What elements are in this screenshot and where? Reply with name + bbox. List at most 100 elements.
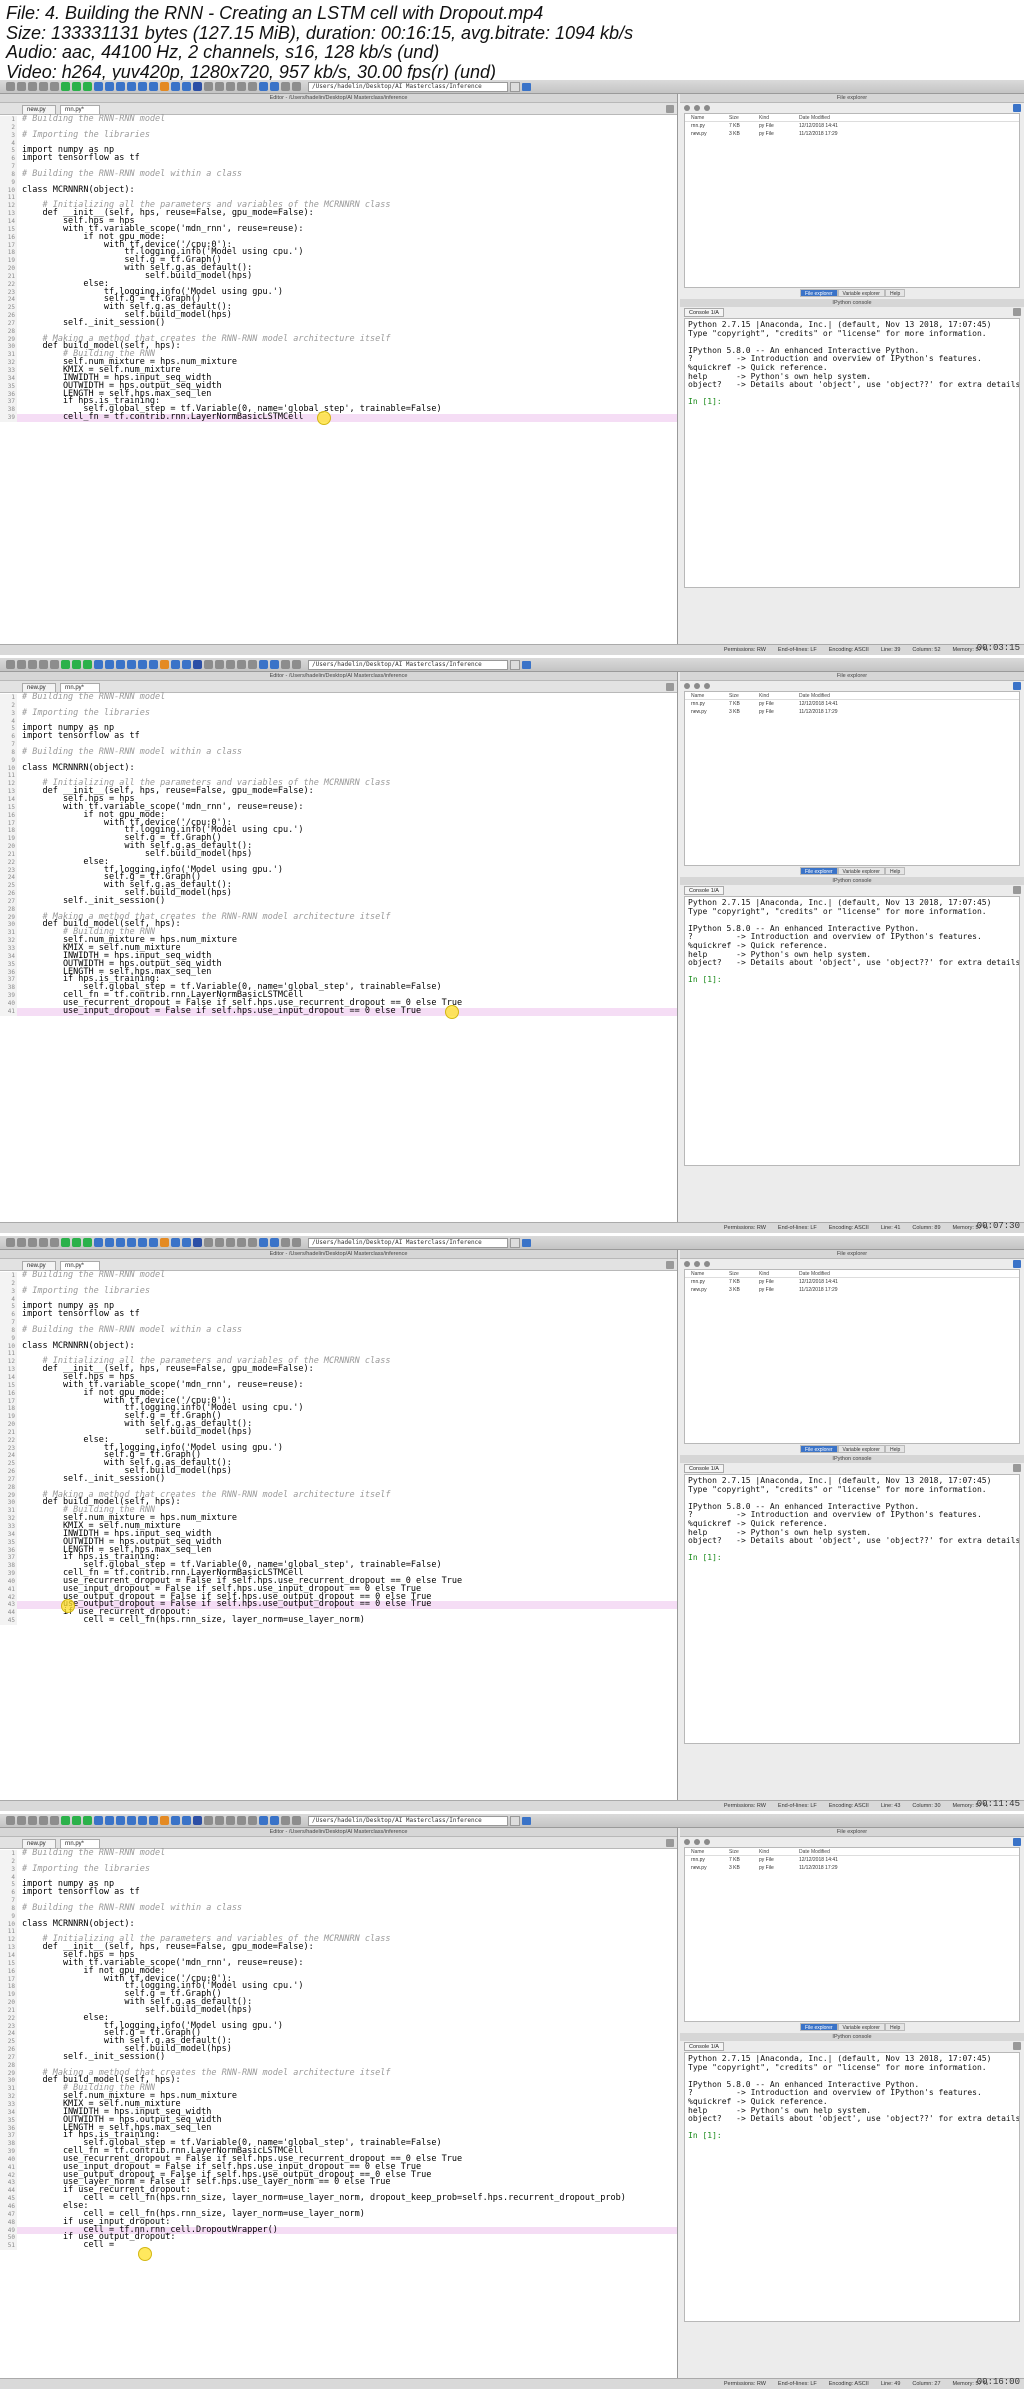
file-row[interactable]: new.py 3 KB py File 11/12/2018 17:29 <box>685 1286 1019 1294</box>
toolbar-button-icon[interactable] <box>83 1816 92 1825</box>
column-header[interactable]: Kind <box>759 692 799 699</box>
pane-tab[interactable]: File explorer <box>800 2023 838 2031</box>
toolbar-button-icon[interactable] <box>28 1816 37 1825</box>
code-editor[interactable]: 1 # Building the RNN-RNN model 2 3 # Importi… <box>0 1849 677 2370</box>
toolbar-button-icon[interactable] <box>50 1816 59 1825</box>
toolbar-button-icon[interactable] <box>83 660 92 669</box>
toolbar-button-icon[interactable] <box>138 660 147 669</box>
toolbar-button-icon[interactable] <box>248 82 257 91</box>
tab-rnn-py[interactable]: rnn.py* <box>60 683 100 692</box>
pane-options-icon[interactable] <box>1013 1260 1021 1268</box>
browse-folder-icon[interactable] <box>522 1239 531 1247</box>
code-editor[interactable]: 1 # Building the RNN-RNN model 2 3 # Importi… <box>0 1271 677 1792</box>
toolbar-button-icon[interactable] <box>116 82 125 91</box>
toolbar-button-icon[interactable] <box>94 1816 103 1825</box>
toolbar-button-icon[interactable] <box>281 1816 290 1825</box>
toolbar-button-icon[interactable] <box>160 660 169 669</box>
toolbar-button-icon[interactable] <box>61 1238 70 1247</box>
nav-arrow-icon[interactable] <box>684 105 690 111</box>
toolbar-button-icon[interactable] <box>61 82 70 91</box>
toolbar-button-icon[interactable] <box>193 82 202 91</box>
toolbar-button-icon[interactable] <box>182 1238 191 1247</box>
browse-folder-icon[interactable] <box>522 83 531 91</box>
pane-options-icon[interactable] <box>1013 104 1021 112</box>
toolbar-button-icon[interactable] <box>28 660 37 669</box>
toolbar-button-icon[interactable] <box>215 660 224 669</box>
directory-dropdown-button[interactable] <box>510 1816 520 1826</box>
tab-new-py[interactable]: new.py <box>22 105 56 114</box>
toolbar-button-icon[interactable] <box>281 82 290 91</box>
toolbar-button-icon[interactable] <box>138 1238 147 1247</box>
toolbar-button-icon[interactable] <box>193 1816 202 1825</box>
toolbar-button-icon[interactable] <box>6 82 15 91</box>
toolbar-button-icon[interactable] <box>6 1238 15 1247</box>
toolbar-button-icon[interactable] <box>171 82 180 91</box>
tab-rnn-py[interactable]: rnn.py* <box>60 1839 100 1848</box>
toolbar-button-icon[interactable] <box>149 1238 158 1247</box>
console-options-icon[interactable] <box>1013 2042 1021 2050</box>
pane-tab[interactable]: File explorer <box>800 867 838 875</box>
pane-tab[interactable]: Help <box>884 867 906 875</box>
nav-arrow-icon[interactable] <box>694 105 700 111</box>
nav-arrow-icon[interactable] <box>694 683 700 689</box>
toolbar-button-icon[interactable] <box>281 660 290 669</box>
console-tab[interactable]: Console 1/A <box>684 2042 724 2051</box>
toolbar-button-icon[interactable] <box>171 1816 180 1825</box>
file-row[interactable]: rnn.py 7 KB py File 12/12/2018 14:41 <box>685 122 1019 130</box>
toolbar-button-icon[interactable] <box>61 1816 70 1825</box>
directory-dropdown-button[interactable] <box>510 1238 520 1248</box>
pane-tab[interactable]: Help <box>884 1445 906 1453</box>
nav-arrow-icon[interactable] <box>704 1839 710 1845</box>
toolbar-button-icon[interactable] <box>259 660 268 669</box>
toolbar-button-icon[interactable] <box>237 1816 246 1825</box>
nav-arrow-icon[interactable] <box>694 1261 700 1267</box>
directory-dropdown-button[interactable] <box>510 660 520 670</box>
toolbar-button-icon[interactable] <box>39 82 48 91</box>
toolbar-button-icon[interactable] <box>94 1238 103 1247</box>
ipython-console[interactable]: Python 2.7.15 |Anaconda, Inc.| (default,… <box>684 896 1020 1166</box>
toolbar-button-icon[interactable] <box>259 1238 268 1247</box>
toolbar-button-icon[interactable] <box>61 660 70 669</box>
toolbar-button-icon[interactable] <box>72 1238 81 1247</box>
column-header[interactable]: Date Modified <box>799 114 859 121</box>
tab-new-py[interactable]: new.py <box>22 1839 56 1848</box>
toolbar-button-icon[interactable] <box>204 1238 213 1247</box>
column-header[interactable]: Name <box>685 692 729 699</box>
toolbar-button-icon[interactable] <box>127 1816 136 1825</box>
toolbar-button-icon[interactable] <box>39 1816 48 1825</box>
toolbar-button-icon[interactable] <box>94 82 103 91</box>
toolbar-button-icon[interactable] <box>116 1816 125 1825</box>
toolbar-button-icon[interactable] <box>105 1238 114 1247</box>
toolbar-button-icon[interactable] <box>50 82 59 91</box>
toolbar-button-icon[interactable] <box>127 82 136 91</box>
toolbar-button-icon[interactable] <box>259 82 268 91</box>
toolbar-button-icon[interactable] <box>248 1816 257 1825</box>
toolbar-button-icon[interactable] <box>248 1238 257 1247</box>
toolbar-button-icon[interactable] <box>215 1816 224 1825</box>
toolbar-button-icon[interactable] <box>149 82 158 91</box>
column-header[interactable]: Size <box>729 114 759 121</box>
toolbar-button-icon[interactable] <box>204 660 213 669</box>
tab-options-icon[interactable] <box>666 1261 674 1269</box>
pane-options-icon[interactable] <box>1013 682 1021 690</box>
working-directory-field[interactable]: /Users/hadelin/Desktop/AI Masterclass/In… <box>308 1238 508 1248</box>
column-header[interactable]: Date Modified <box>799 1270 859 1277</box>
toolbar-button-icon[interactable] <box>72 660 81 669</box>
toolbar-button-icon[interactable] <box>160 1816 169 1825</box>
toolbar-button-icon[interactable] <box>248 660 257 669</box>
toolbar-button-icon[interactable] <box>292 82 301 91</box>
nav-arrow-icon[interactable] <box>694 1839 700 1845</box>
toolbar-button-icon[interactable] <box>138 1816 147 1825</box>
toolbar-button-icon[interactable] <box>270 1816 279 1825</box>
toolbar-button-icon[interactable] <box>237 660 246 669</box>
pane-options-icon[interactable] <box>1013 1838 1021 1846</box>
toolbar-button-icon[interactable] <box>83 1238 92 1247</box>
code-editor[interactable]: 1 # Building the RNN-RNN model 2 3 # Importi… <box>0 693 677 1214</box>
toolbar-button-icon[interactable] <box>204 82 213 91</box>
column-header[interactable]: Date Modified <box>799 692 859 699</box>
toolbar-button-icon[interactable] <box>83 82 92 91</box>
toolbar-button-icon[interactable] <box>259 1816 268 1825</box>
file-row[interactable]: new.py 3 KB py File 11/12/2018 17:29 <box>685 708 1019 716</box>
toolbar-button-icon[interactable] <box>72 82 81 91</box>
toolbar-button-icon[interactable] <box>237 1238 246 1247</box>
